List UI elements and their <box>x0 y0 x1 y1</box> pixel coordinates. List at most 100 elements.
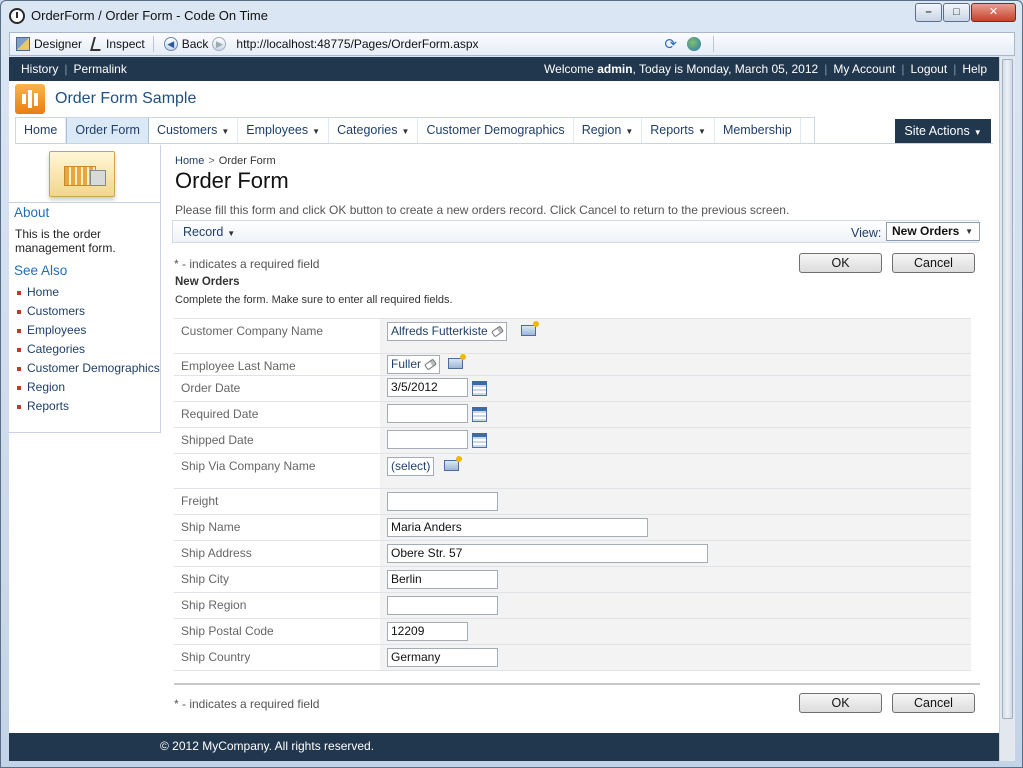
field-label: Ship Via Company Name <box>181 459 316 473</box>
action-bar: Record ▼ View: New Orders ▼ <box>172 220 980 243</box>
new-record-icon[interactable] <box>521 321 539 336</box>
section-description: Complete the form. Make sure to enter al… <box>175 294 453 306</box>
cancel-button[interactable]: Cancel <box>892 253 975 273</box>
required-date-input[interactable] <box>387 404 468 423</box>
new-record-icon[interactable] <box>444 456 462 471</box>
permalink-link[interactable]: Permalink <box>73 62 126 76</box>
record-menu-button[interactable]: Record ▼ <box>183 225 235 239</box>
field-label: Ship Country <box>181 650 251 664</box>
calendar-icon[interactable] <box>472 433 487 448</box>
new-record-icon[interactable] <box>448 354 466 369</box>
ship-postal-code-input[interactable]: 12209 <box>387 622 468 641</box>
field-label: Ship City <box>181 572 230 586</box>
inspect-button[interactable]: Inspect <box>90 37 145 51</box>
page-instructions: Please fill this form and click OK butto… <box>175 203 790 217</box>
dropdown-caret-icon: ▼ <box>965 227 973 236</box>
globe-icon[interactable] <box>687 37 701 51</box>
sidebar-link-home[interactable]: Home <box>17 283 160 302</box>
address-bar[interactable]: http://localhost:48775/Pages/OrderForm.a… <box>236 37 664 51</box>
vertical-scrollbar[interactable] <box>999 57 1015 761</box>
form-row-freight: Freight <box>174 489 971 515</box>
ship-via-lookup[interactable]: (select) <box>387 457 435 476</box>
menu-item-categories[interactable]: Categories ▼ <box>329 118 419 143</box>
ship-country-input[interactable]: Germany <box>387 648 498 667</box>
about-heading: About <box>14 205 50 220</box>
customer-lookup[interactable]: Alfreds Futterkiste <box>387 322 507 341</box>
ok-button[interactable]: OK <box>799 693 882 713</box>
required-field-note: * - indicates a required field <box>174 697 320 711</box>
employee-lookup[interactable]: Fuller <box>387 355 441 374</box>
calendar-icon[interactable] <box>472 381 487 396</box>
menu-item-home[interactable]: Home <box>16 118 67 143</box>
username: admin <box>597 62 633 76</box>
back-button[interactable]: ◀ Back <box>163 37 209 51</box>
menu-item-reports[interactable]: Reports ▼ <box>642 118 715 143</box>
maximize-button[interactable]: □ <box>943 3 970 22</box>
form-row-ship-city: Ship City Berlin <box>174 567 971 593</box>
eraser-icon[interactable] <box>424 358 438 371</box>
menu-item-customers[interactable]: Customers ▼ <box>149 118 239 143</box>
record-label: Record <box>183 225 224 239</box>
ok-button[interactable]: OK <box>799 253 882 273</box>
field-cell <box>380 428 971 453</box>
menu-item-order-form[interactable]: Order Form <box>66 118 149 143</box>
history-link[interactable]: History <box>21 62 58 76</box>
menu-item-customer-demographics[interactable]: Customer Demographics <box>418 118 574 143</box>
top-bar-left: History | Permalink <box>21 62 127 76</box>
sidebar-link-customers[interactable]: Customers <box>17 302 160 321</box>
sidebar-link-customer-demographics[interactable]: Customer Demographics <box>17 359 160 378</box>
main-menu: Home Order Form Customers ▼ Employees ▼ Ca… <box>15 117 993 144</box>
menu-item-region[interactable]: Region ▼ <box>574 118 643 143</box>
sidebar-link-employees[interactable]: Employees <box>17 321 160 340</box>
form-row-shipped-date: Shipped Date <box>174 428 971 454</box>
breadcrumb: Home > Order Form <box>175 155 276 167</box>
breadcrumb-home[interactable]: Home <box>175 155 204 167</box>
site-title[interactable]: Order Form Sample <box>55 90 196 108</box>
calendar-icon[interactable] <box>472 407 487 422</box>
order-date-input[interactable]: 3/5/2012 <box>387 378 468 397</box>
ship-address-input[interactable]: Obere Str. 57 <box>387 544 708 563</box>
logout-link[interactable]: Logout <box>910 62 947 76</box>
designer-button[interactable]: Designer <box>16 37 82 51</box>
cancel-button[interactable]: Cancel <box>892 693 975 713</box>
dropdown-caret-icon: ▼ <box>698 127 706 136</box>
ship-name-input[interactable]: Maria Anders <box>387 518 648 537</box>
view-selector[interactable]: New Orders ▼ <box>886 222 980 241</box>
minimize-button[interactable]: – <box>915 3 942 22</box>
refresh-icon[interactable]: ⟳ <box>664 35 677 53</box>
help-link[interactable]: Help <box>962 62 987 76</box>
lookup-value: Alfreds Futterkiste <box>391 324 488 338</box>
back-label: Back <box>181 37 209 51</box>
inspect-label: Inspect <box>106 37 145 51</box>
title-bar: OrderForm / Order Form - Code On Time – … <box>1 1 1022 31</box>
site-actions-button[interactable]: Site Actions ▼ <box>895 119 991 143</box>
forward-arrow-icon[interactable]: ▶ <box>212 37 227 51</box>
menu-item-membership[interactable]: Membership <box>715 118 801 143</box>
sidebar-link-reports[interactable]: Reports <box>17 397 160 416</box>
scrollbar-thumb[interactable] <box>1002 59 1013 719</box>
see-also-list: Home Customers Employees Categories Cust… <box>17 283 160 416</box>
required-field-note: * - indicates a required field <box>174 257 320 271</box>
sidebar-link-region[interactable]: Region <box>17 378 160 397</box>
sidebar-divider <box>9 202 161 203</box>
field-label: Employee Last Name <box>181 359 296 373</box>
ship-region-input[interactable] <box>387 596 498 615</box>
field-label: Ship Name <box>181 520 241 534</box>
close-button[interactable]: ✕ <box>971 3 1016 22</box>
toolbar-divider <box>713 36 714 52</box>
field-label: Order Date <box>181 381 241 395</box>
menu-item-employees[interactable]: Employees ▼ <box>238 118 330 143</box>
breadcrumb-current: Order Form <box>218 155 276 167</box>
web-page: History | Permalink Welcome admin, Today i… <box>9 57 999 761</box>
stopwatch-icon <box>9 8 25 24</box>
field-cell: Alfreds Futterkiste <box>380 319 971 353</box>
eraser-icon[interactable] <box>490 325 504 338</box>
ship-city-input[interactable]: Berlin <box>387 570 498 589</box>
freight-input[interactable] <box>387 492 498 511</box>
form-row-ship-region: Ship Region <box>174 593 971 619</box>
my-account-link[interactable]: My Account <box>833 62 895 76</box>
dropdown-caret-icon: ▼ <box>312 127 321 136</box>
form-row-customer: Customer Company Name Alfreds Futterkist… <box>174 319 971 354</box>
shipped-date-input[interactable] <box>387 430 468 449</box>
sidebar-link-categories[interactable]: Categories <box>17 340 160 359</box>
